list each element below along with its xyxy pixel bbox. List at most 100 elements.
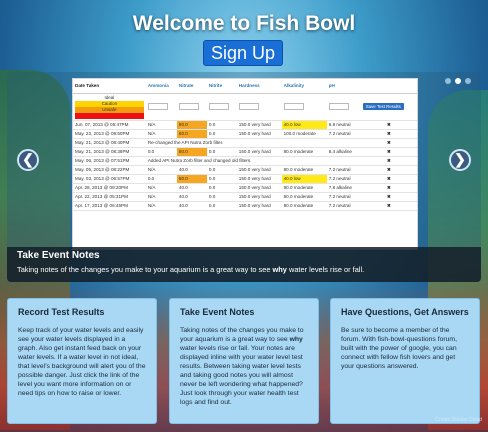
table-cell: 150.0 very hard xyxy=(236,129,282,139)
table-header-row: Date Taken Ammonia Nitrate Nitrite Hardness A… xyxy=(73,79,417,94)
table-cell: 80.0 xyxy=(176,147,207,157)
carousel-dot-2[interactable] xyxy=(455,78,461,84)
carousel-dot-1[interactable] xyxy=(445,78,451,84)
table-cell: 0.0 xyxy=(206,147,237,157)
table-cell: 7.2 neutral xyxy=(326,201,361,211)
ph-input[interactable] xyxy=(328,102,349,110)
table-cell: 7.2 neutral xyxy=(326,129,361,139)
table-cell: 8.4 alkaline xyxy=(326,147,361,157)
alkalinity-input[interactable] xyxy=(283,102,304,110)
table-cell: 80.0 moderate xyxy=(281,192,327,202)
table-cell: 0.0 xyxy=(206,201,237,211)
table-cell: 150.0 very hard xyxy=(236,120,282,130)
ammonia-input[interactable] xyxy=(147,102,168,110)
table-cell: 0.0 xyxy=(206,192,237,202)
test-results-table: Date Taken Ammonia Nitrate Nitrite Hardness A… xyxy=(73,79,417,211)
carousel-prev-arrow-icon[interactable]: ❮ xyxy=(17,149,39,171)
table-cell: 7.2 neutral xyxy=(326,174,361,184)
table-cell: 0.0 xyxy=(145,174,177,184)
nitrate-input[interactable] xyxy=(178,102,199,110)
table-cell: 0.0 xyxy=(206,120,237,130)
page-title: Welcome to Fish Bowl xyxy=(132,12,356,35)
table-row: May. 05, 2013 @ 08:22PM N/A 40.0 0.0 150.0 v… xyxy=(73,165,417,175)
level-legend: Ideal Caution Unsafe Danger xyxy=(73,93,146,121)
carousel-caption: Take Event Notes Taking notes of the cha… xyxy=(7,247,481,282)
carousel-indicators xyxy=(445,78,471,84)
table-cell: 80.0 moderate xyxy=(281,147,327,157)
table-cell: 80.0 moderate xyxy=(281,165,327,175)
carousel-next-arrow-icon[interactable]: ❯ xyxy=(449,149,471,171)
table-cell: N/A xyxy=(145,201,177,211)
caption-title: Take Event Notes xyxy=(17,250,100,261)
table-cell: May. 21, 2013 @ 08:40PM xyxy=(73,138,146,148)
delete-entry-icon[interactable]: ✖ xyxy=(360,183,417,193)
table-cell: 150.0 very hard xyxy=(236,183,282,193)
table-cell: 40.0 xyxy=(176,165,207,175)
delete-entry-icon[interactable]: ✖ xyxy=(360,147,417,157)
table-cell: Jun. 07, 2013 @ 05:47PM xyxy=(73,120,146,130)
table-cell: 80.0 moderate xyxy=(281,183,327,193)
delete-entry-icon[interactable]: ✖ xyxy=(360,138,417,148)
feature-panel-event-notes: Take Event Notes Taking notes of the cha… xyxy=(169,298,319,424)
delete-entry-icon[interactable]: ✖ xyxy=(360,156,417,166)
table-cell: May. 21, 2013 @ 08:38PM xyxy=(73,147,146,157)
table-cell: 0.0 xyxy=(145,147,177,157)
delete-entry-icon[interactable]: ✖ xyxy=(360,174,417,184)
table-cell: 0.0 xyxy=(206,129,237,139)
table-row: Jun. 07, 2013 @ 05:47PM N/A 80.0 0.0 150.0 v… xyxy=(73,120,417,130)
table-row: May. 23, 2013 @ 09:50PM N/A 60.0 0.0 150.0 v… xyxy=(73,129,417,139)
table-cell: Apr. 17, 2013 @ 06:45PM xyxy=(73,201,146,211)
table-row: May. 06, 2013 @ 07:51PM Added API Nutra Z… xyxy=(73,156,417,166)
column-header: Ammonia xyxy=(145,79,177,94)
event-note: Re-changed the API Nutra Zorb filter. xyxy=(145,138,361,148)
table-cell: N/A xyxy=(145,192,177,202)
table-cell: Apr. 28, 2013 @ 09:20PM xyxy=(73,183,146,193)
feature-panel-questions: Have Questions, Get Answers Be sure to b… xyxy=(330,298,480,424)
sign-up-button[interactable]: Sign Up xyxy=(203,40,283,66)
carousel-dot-3[interactable] xyxy=(465,78,471,84)
column-header-actions xyxy=(360,79,417,94)
feature-carousel: Date Taken Ammonia Nitrate Nitrite Hardness A… xyxy=(7,72,481,282)
table-cell: 80.0 xyxy=(176,120,207,130)
panel-title: Record Test Results xyxy=(18,307,105,317)
footer-credit: Create Debian Cloud xyxy=(435,417,482,423)
table-cell: 100.0 moderate xyxy=(281,129,327,139)
panel-title: Take Event Notes xyxy=(180,307,255,317)
delete-entry-icon[interactable]: ✖ xyxy=(360,165,417,175)
table-cell: 150.0 very hard xyxy=(236,147,282,157)
table-cell: 150.0 very hard xyxy=(236,192,282,202)
table-cell: May. 03, 2013 @ 06:57PM xyxy=(73,174,146,184)
filter-row: Ideal Caution Unsafe Danger Save Test Re… xyxy=(73,93,417,121)
table-cell: N/A xyxy=(145,183,177,193)
table-cell: 150.0 very hard xyxy=(236,174,282,184)
table-cell: 7.8 alkaline xyxy=(326,183,361,193)
table-cell: 40.0 xyxy=(176,192,207,202)
table-cell: 0.0 xyxy=(206,165,237,175)
table-cell: 80.0 moderate xyxy=(281,201,327,211)
column-header: Alkalinity xyxy=(281,79,327,94)
table-cell: N/A xyxy=(145,120,177,130)
table-row: Apr. 22, 2013 @ 05:31PM N/A 40.0 0.0 150.0 v… xyxy=(73,192,417,202)
delete-entry-icon[interactable]: ✖ xyxy=(360,192,417,202)
table-cell: 60.0 xyxy=(176,129,207,139)
delete-entry-icon[interactable]: ✖ xyxy=(360,120,417,130)
table-cell: May. 06, 2013 @ 07:51PM xyxy=(73,156,146,166)
delete-entry-icon[interactable]: ✖ xyxy=(360,129,417,139)
table-cell: 150.0 very hard xyxy=(236,165,282,175)
panel-title: Have Questions, Get Answers xyxy=(341,307,469,317)
save-test-results-button[interactable]: Save Test Results xyxy=(362,103,404,110)
column-header: Nitrate xyxy=(176,79,207,94)
table-cell: 40.0 xyxy=(176,183,207,193)
delete-entry-icon[interactable]: ✖ xyxy=(360,201,417,211)
table-row: Apr. 28, 2013 @ 09:20PM N/A 40.0 0.0 150.0 v… xyxy=(73,183,417,193)
table-cell: 150.0 very hard xyxy=(236,201,282,211)
table-row: May. 21, 2013 @ 08:38PM 0.0 80.0 0.0 150.0 v… xyxy=(73,147,417,157)
caption-text: Taking notes of the changes you make to … xyxy=(17,265,365,274)
hardness-input[interactable] xyxy=(238,102,259,110)
table-row: May. 21, 2013 @ 08:40PM Re-changed the AP… xyxy=(73,138,417,148)
panel-text: Taking notes of the changes you make to … xyxy=(180,327,304,406)
nitrite-input[interactable] xyxy=(208,102,229,110)
table-cell: 7.2 neutral xyxy=(326,192,361,202)
column-header: pH xyxy=(326,79,361,94)
test-results-screenshot: Date Taken Ammonia Nitrate Nitrite Hardness A… xyxy=(72,78,418,250)
